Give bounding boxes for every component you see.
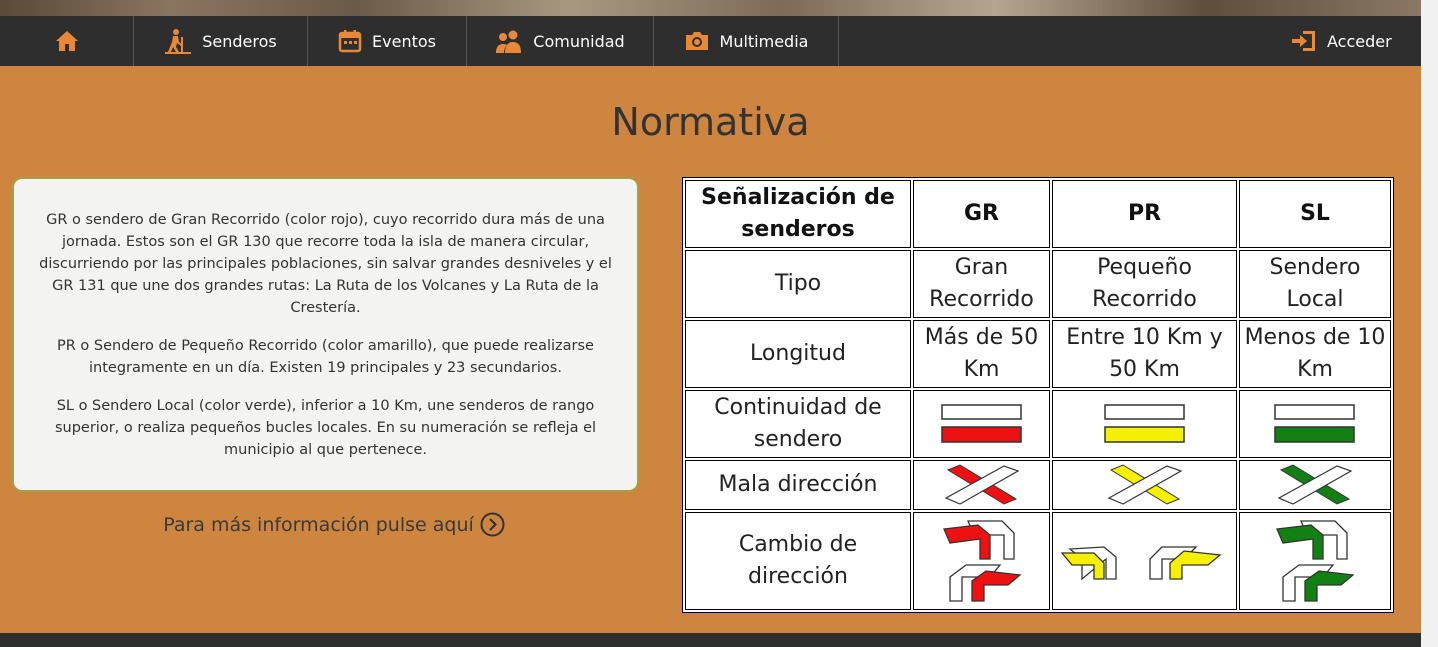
continuity-sign-gr-icon bbox=[940, 404, 1022, 443]
nav-eventos-label: Eventos bbox=[372, 31, 436, 51]
turn-sign-sl bbox=[1239, 512, 1391, 610]
tipo-pr: Pequeño Recorrido bbox=[1052, 250, 1237, 318]
wrong-way-sign-pr-icon bbox=[1107, 464, 1182, 505]
header-photo-strip bbox=[0, 0, 1421, 16]
info-box: GR o sendero de Gran Recorrido (color ro… bbox=[12, 177, 639, 492]
header-signage: Señalización de senderos bbox=[685, 180, 911, 248]
continuity-sign-sl bbox=[1239, 390, 1391, 458]
more-info-link[interactable]: Para más información pulse aquí bbox=[0, 512, 668, 537]
wrong-way-sign-sl-icon bbox=[1277, 464, 1353, 505]
tipo-gr: Gran Recorrido bbox=[913, 250, 1050, 318]
row-label-cambio-direccion: Cambio de dirección bbox=[685, 512, 911, 610]
nav-home[interactable] bbox=[0, 16, 134, 66]
tipo-sl: Sendero Local bbox=[1239, 250, 1391, 318]
nav-eventos[interactable]: Eventos bbox=[308, 16, 467, 66]
nav-login[interactable]: Acceder bbox=[1291, 16, 1421, 66]
longitud-sl: Menos de 10 Km bbox=[1239, 320, 1391, 388]
row-label-continuidad: Continuidad de sendero bbox=[685, 390, 911, 458]
info-paragraph-sl: SL o Sendero Local (color verde), inferi… bbox=[54, 398, 597, 458]
table-row-longitud: Longitud Más de 50 Km Entre 10 Km y 50 K… bbox=[685, 320, 1391, 388]
continuity-sign-gr bbox=[913, 390, 1050, 458]
continuity-sign-pr bbox=[1052, 390, 1237, 458]
row-label-mala-direccion: Mala dirección bbox=[685, 460, 911, 510]
nav-multimedia-label: Multimedia bbox=[719, 31, 809, 51]
turn-sign-gr-icon bbox=[942, 520, 1022, 602]
login-icon bbox=[1291, 29, 1317, 53]
wrong-way-sign-gr bbox=[913, 460, 1050, 510]
turn-sign-gr bbox=[913, 512, 1050, 610]
continuity-sign-pr-icon bbox=[1103, 404, 1185, 443]
page-title: Normativa bbox=[611, 100, 810, 144]
turn-sign-pr-icon bbox=[1060, 546, 1222, 581]
footer-bar bbox=[0, 633, 1421, 647]
wrong-way-sign-gr-icon bbox=[944, 464, 1019, 505]
table-row-continuidad: Continuidad de sendero bbox=[685, 390, 1391, 458]
turn-sign-pr bbox=[1052, 512, 1237, 610]
nav-senderos-label: Senderos bbox=[202, 31, 277, 51]
table-header-row: Señalización de senderos GR PR SL bbox=[685, 180, 1391, 248]
wrong-way-sign-sl bbox=[1239, 460, 1391, 510]
longitud-pr: Entre 10 Km y 50 Km bbox=[1052, 320, 1237, 388]
calendar-icon bbox=[338, 29, 362, 53]
home-icon bbox=[55, 30, 79, 52]
info-paragraph-pr: PR o Sendero de Pequeño Recorrido (color… bbox=[57, 338, 594, 376]
chevron-circle-right-icon bbox=[480, 512, 505, 537]
wrong-way-sign-pr bbox=[1052, 460, 1237, 510]
scrollbar[interactable] bbox=[1421, 0, 1438, 647]
header-pr: PR bbox=[1052, 180, 1237, 248]
longitud-gr: Más de 50 Km bbox=[913, 320, 1050, 388]
nav-login-label: Acceder bbox=[1327, 31, 1392, 51]
nav-comunidad-label: Comunidad bbox=[533, 31, 625, 51]
people-icon bbox=[495, 29, 523, 53]
continuity-sign-sl-icon bbox=[1274, 404, 1355, 443]
row-label-tipo: Tipo bbox=[685, 250, 911, 318]
nav-senderos[interactable]: Senderos bbox=[134, 16, 308, 66]
more-info-link-label: Para más información pulse aquí bbox=[163, 513, 474, 536]
nav-multimedia[interactable]: Multimedia bbox=[654, 16, 839, 66]
info-paragraph-gr: GR o sendero de Gran Recorrido (color ro… bbox=[39, 212, 612, 316]
table-row-mala-direccion: Mala dirección bbox=[685, 460, 1391, 510]
main-nav: Senderos Eventos Comunidad Multimedia Ac… bbox=[0, 16, 1421, 66]
nav-comunidad[interactable]: Comunidad bbox=[467, 16, 654, 66]
table-row-cambio-direccion: Cambio de dirección bbox=[685, 512, 1391, 610]
table-row-tipo: Tipo Gran Recorrido Pequeño Recorrido Se… bbox=[685, 250, 1391, 318]
signage-table: Señalización de senderos GR PR SL Tipo G… bbox=[682, 177, 1394, 613]
header-sl: SL bbox=[1239, 180, 1391, 248]
hiker-icon bbox=[164, 28, 192, 54]
row-label-longitud: Longitud bbox=[685, 320, 911, 388]
camera-icon bbox=[684, 30, 710, 52]
header-gr: GR bbox=[913, 180, 1050, 248]
turn-sign-sl-icon bbox=[1276, 520, 1355, 602]
